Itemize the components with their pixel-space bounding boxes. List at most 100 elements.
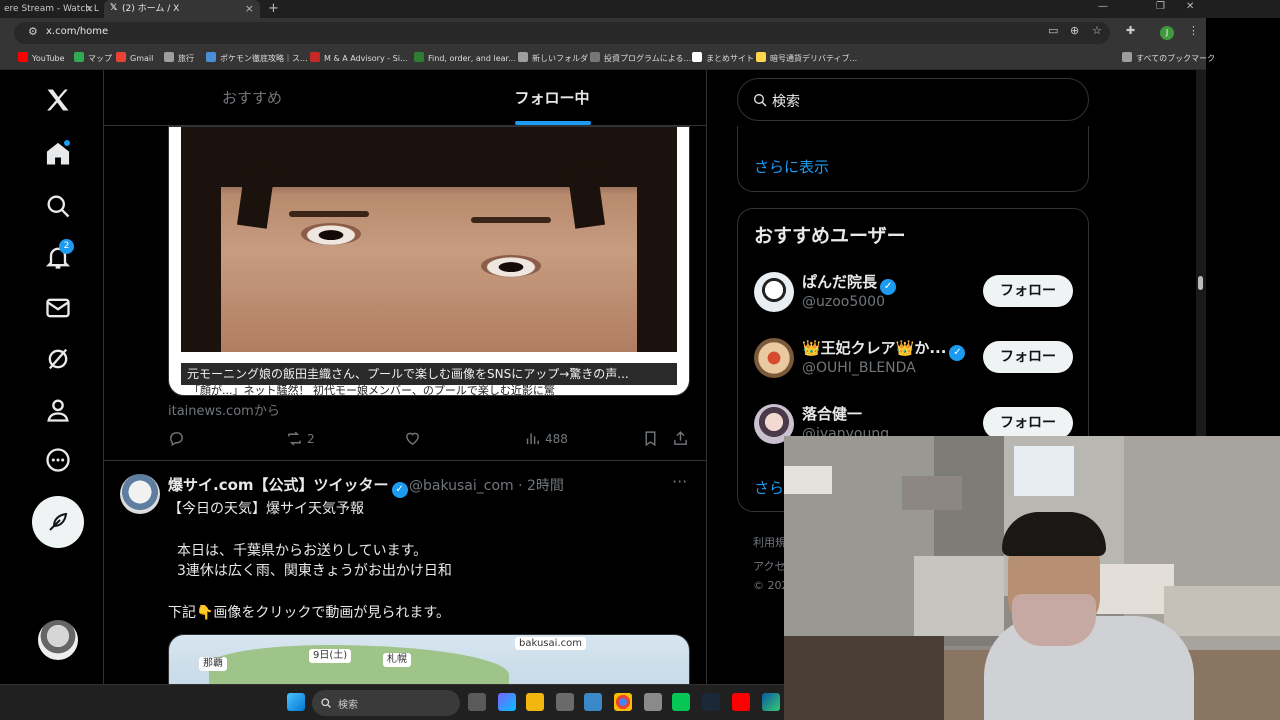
file-explorer-icon[interactable] — [526, 693, 544, 711]
search-placeholder: 検索 — [772, 94, 800, 110]
taskbar-search[interactable]: 検索 — [312, 690, 460, 716]
trends-card: さらに表示 — [737, 126, 1089, 192]
footer-link-accessibility[interactable]: アクセ — [753, 558, 785, 574]
repost-button[interactable]: 2 — [286, 430, 315, 447]
close-tab-icon[interactable]: × — [245, 0, 254, 18]
browser-tab-x-home[interactable]: 𝕏 (2) ホーム / X × — [104, 0, 260, 18]
follow-button[interactable]: フォロー — [983, 407, 1073, 439]
notifications-badge: 2 — [59, 239, 74, 254]
user-name: 👑王妃クレア👑か... ✓ — [802, 337, 966, 361]
post-button[interactable] — [32, 496, 84, 548]
install-app-icon[interactable]: ▭ — [1048, 24, 1058, 37]
search-icon[interactable] — [44, 192, 72, 220]
share-button[interactable] — [672, 430, 693, 447]
site-settings-icon[interactable]: ⚙ — [28, 25, 38, 38]
home-unread-dot — [64, 140, 70, 146]
user-name: 落合健一 — [802, 405, 863, 423]
tab-title: (2) ホーム / X — [122, 4, 180, 14]
card-photo — [181, 127, 677, 352]
profile-icon[interactable] — [44, 396, 72, 424]
suggested-user-row[interactable]: ぱんだ院長 ✓ @uzoo5000 フォロー — [738, 261, 1088, 327]
close-window-icon[interactable]: ✕ — [1186, 0, 1194, 14]
browser-menu-icon[interactable]: ⋮ — [1188, 24, 1199, 37]
user-avatar[interactable] — [754, 338, 794, 378]
weather-map-land — [209, 645, 509, 684]
webcam-overlay — [784, 436, 1280, 720]
footer-link-terms[interactable]: 利用規 — [753, 534, 786, 550]
edge-icon[interactable] — [762, 693, 780, 711]
bookmark-folder-travel[interactable]: 旅行 — [164, 52, 194, 66]
bookmark-ma-advisory[interactable]: M & A Advisory - Si... — [310, 52, 408, 66]
account-avatar[interactable] — [38, 620, 78, 660]
more-options-icon[interactable] — [44, 446, 72, 474]
views-count: 488 — [545, 432, 568, 446]
bookmark-new-folder[interactable]: 新しいフォルダ — [518, 52, 588, 66]
verified-badge-icon: ✓ — [880, 279, 897, 295]
x-logo-icon[interactable] — [44, 86, 72, 114]
repost-count: 2 — [307, 432, 315, 446]
x-favicon-icon: 𝕏 — [110, 3, 118, 13]
extensions-icon[interactable]: ✚ — [1126, 24, 1135, 37]
bookmark-gmail[interactable]: Gmail — [116, 52, 153, 66]
messages-envelope-icon[interactable] — [44, 294, 72, 322]
tweet-media-image[interactable]: 9日(土) 札幌 那覇 bakusai.com — [168, 634, 690, 684]
bookmark-investment[interactable]: 投資プログラムによる... — [590, 52, 691, 66]
tweet-author-name[interactable]: 爆サイ.com【公式】ツイッター ✓ — [168, 474, 408, 498]
suggested-user-row[interactable]: 👑王妃クレア👑か... ✓ @OUHI_BLENDA フォロー — [738, 327, 1088, 393]
tweet-text-line: 3連休は広く雨、関東きょうがお出かけ日和 — [177, 563, 452, 579]
bookmark-button[interactable] — [642, 430, 663, 447]
repost-icon — [288, 431, 301, 446]
bookmark-star-icon[interactable]: ☆ — [1092, 24, 1102, 37]
bookmark-crypto[interactable]: 暗号通貨デリバティブ... — [756, 52, 857, 66]
new-tab-icon[interactable]: + — [268, 0, 279, 18]
restore-icon[interactable]: ❐ — [1156, 0, 1165, 14]
user-avatar[interactable] — [754, 272, 794, 312]
bookmark-youtube[interactable]: YouTube — [18, 52, 65, 66]
bookmark-maps[interactable]: マップ — [74, 52, 112, 66]
browser-tab-stream[interactable]: ere Stream - Watch L × — [0, 0, 100, 18]
close-tab-icon[interactable]: × — [85, 0, 94, 18]
feather-icon — [49, 512, 68, 531]
tweet-more-icon[interactable]: ··· — [672, 472, 687, 491]
zoom-icon[interactable]: ⊕ — [1070, 24, 1079, 37]
user-handle: @uzoo5000 — [802, 294, 885, 310]
copilot-icon[interactable] — [498, 693, 516, 711]
search-input[interactable]: 検索 — [737, 78, 1089, 121]
photos-icon[interactable] — [584, 693, 602, 711]
trends-show-more-link[interactable]: さらに表示 — [754, 156, 829, 177]
tab-for-you[interactable]: おすすめ — [104, 70, 400, 126]
store-icon[interactable] — [556, 693, 574, 711]
bookmark-all-folder[interactable]: すべてのブックマーク — [1122, 52, 1215, 66]
reply-button[interactable] — [168, 430, 189, 447]
tab-following[interactable]: フォロー中 — [402, 70, 702, 126]
calculator-icon[interactable] — [644, 693, 662, 711]
bookmark-pokemon[interactable]: ポケモン徹底攻略｜ス... — [206, 52, 308, 66]
omnibox[interactable]: ⚙ x.com/home — [14, 22, 1110, 44]
task-view-icon[interactable] — [468, 693, 486, 711]
map-date-label: 9日(土) — [309, 649, 352, 663]
youtube-app-icon[interactable] — [732, 693, 750, 711]
active-tab-indicator — [515, 121, 591, 125]
tweet-author-avatar[interactable] — [120, 474, 160, 514]
tweet-text-line: 下記👇画像をクリックで動画が見られます。 — [168, 605, 451, 621]
like-button[interactable] — [404, 430, 425, 447]
card-source-link[interactable]: itainews.comから — [168, 400, 280, 419]
minimize-icon[interactable]: — — [1098, 0, 1108, 14]
steam-icon[interactable] — [702, 693, 720, 711]
scrollbar-thumb[interactable] — [1198, 276, 1203, 290]
grok-icon[interactable] — [44, 345, 72, 373]
bookmark-find-order[interactable]: Find, order, and lear... — [414, 52, 516, 66]
follow-button[interactable]: フォロー — [983, 275, 1073, 307]
line-app-icon[interactable] — [672, 693, 690, 711]
bookmark-matome[interactable]: まとめサイト — [692, 52, 754, 66]
card-subheadline: 「顔が...」ネット騒然！ 初代モー娘メンバー、のプールで楽しむ近影に驚 — [189, 385, 555, 396]
follow-button[interactable]: フォロー — [983, 341, 1073, 373]
profile-avatar[interactable]: J — [1160, 26, 1174, 40]
browser-tab-bar: ere Stream - Watch L × 𝕏 (2) ホーム / X × +… — [0, 0, 1280, 18]
chrome-icon[interactable] — [614, 693, 632, 711]
views-button[interactable]: 488 — [524, 430, 568, 447]
bookmarks-bar: YouTube マップ Gmail 旅行 ポケモン徹底攻略｜ス... M & A… — [0, 48, 1215, 70]
card-headline: 元モーニング娘の飯田圭織さん、プールで楽しむ画像をSNSにアップ→驚きの声... — [181, 363, 677, 385]
start-windows-icon[interactable] — [287, 693, 305, 711]
link-card-image[interactable]: 元モーニング娘の飯田圭織さん、プールで楽しむ画像をSNSにアップ→驚きの声...… — [168, 126, 690, 396]
